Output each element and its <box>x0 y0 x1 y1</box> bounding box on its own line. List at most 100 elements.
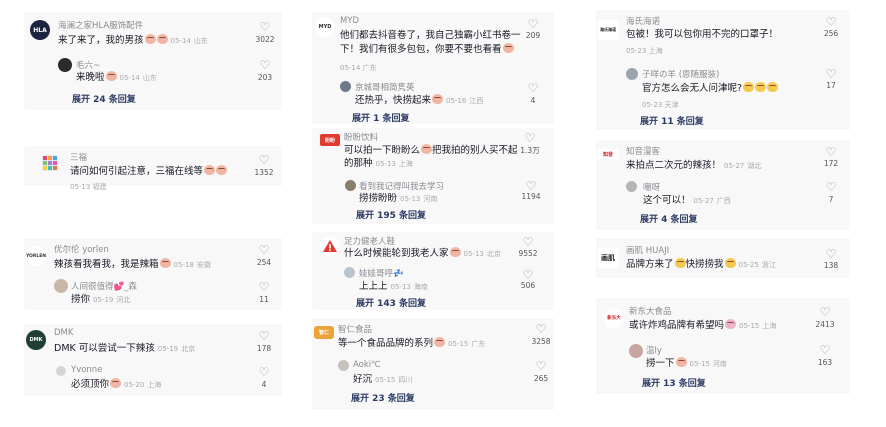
comment-card-panpan: 盼盼 盼盼饮料 可以拍一下盼盼么 把我拍的别人买不起 的那种 05-13 上海 ♡ 1… <box>312 128 554 224</box>
comment-body-2: 把我拍的别人买不起 <box>432 145 518 156</box>
avatar[interactable]: DMK <box>26 330 46 350</box>
heart-icon[interactable]: ♡ <box>258 59 272 71</box>
comment-card-yorlen: YORLEN 优尔伦 yorlen 辣孩看我看我，我是辣箱 05-18 安徽 ♡ 2… <box>24 238 282 310</box>
comment-text-line2: 的那种 05-13 上海 <box>344 157 413 171</box>
comment-username[interactable]: 新东大食品 <box>629 305 672 317</box>
avatar[interactable] <box>42 155 58 171</box>
reply-avatar[interactable] <box>340 81 351 92</box>
heart-icon[interactable]: ♡ <box>258 21 272 33</box>
comment-username[interactable]: 知音漫客 <box>626 145 660 157</box>
reply-text: 上上上 05-13 海南 <box>359 280 428 294</box>
heart-icon[interactable]: ♡ <box>523 132 537 144</box>
like-count: 2413 <box>815 320 835 329</box>
comment-username[interactable]: MYD <box>340 16 359 26</box>
heart-icon[interactable]: ♡ <box>521 269 535 281</box>
avatar[interactable] <box>320 236 340 256</box>
reply-location: 海南 <box>413 283 428 291</box>
comment-username[interactable]: 足力健老人鞋 <box>344 235 395 247</box>
emoji-icon <box>216 165 228 175</box>
heart-icon[interactable]: ♡ <box>257 281 271 293</box>
comment-body: 什么时候能轮到我老人家 <box>344 248 449 259</box>
heart-icon[interactable]: ♡ <box>824 181 838 193</box>
avatar[interactable]: 知音 <box>598 149 618 159</box>
comment-username[interactable]: 海氏海诺 <box>626 15 660 27</box>
comment-username[interactable]: 盼盼饮料 <box>344 131 378 143</box>
expand-replies-link[interactable]: 展开 24 条回复 <box>72 92 136 105</box>
reply-username[interactable]: 京城哥相简隽英 <box>355 81 415 93</box>
reply-avatar[interactable] <box>345 180 356 191</box>
avatar[interactable]: YORLEN <box>26 246 46 266</box>
reply-username[interactable]: 看到我记得叫我去学习 <box>359 180 444 192</box>
like-count: 4 <box>530 96 536 105</box>
reply-text: 捞一下 05-15 河南 <box>646 357 727 371</box>
reply-username[interactable]: 嘲呀 <box>643 181 660 193</box>
like-count: 506 <box>520 281 536 290</box>
expand-replies-link[interactable]: 展开 13 条回复 <box>642 376 706 389</box>
avatar[interactable]: 海氏海诺 <box>598 20 618 40</box>
expand-replies-link[interactable]: 展开 1 条回复 <box>352 111 410 124</box>
avatar[interactable]: 画肌 <box>598 248 618 268</box>
heart-icon[interactable]: ♡ <box>257 244 271 256</box>
expand-replies-link[interactable]: 展开 195 条回复 <box>356 208 426 221</box>
reply-avatar[interactable] <box>629 344 643 358</box>
reply-username[interactable]: Aoki℃ <box>353 360 381 370</box>
heart-icon[interactable]: ♡ <box>521 236 535 248</box>
like-count: 138 <box>823 261 839 270</box>
reply-avatar[interactable] <box>54 279 68 293</box>
comment-card-sanfu: 三福 请问如何引起注意，三福在线等 05-13 福建 ♡ 1352 <box>24 146 282 191</box>
comment-username[interactable]: 三福 <box>70 151 87 163</box>
comment-body: 他们都去抖音卷了，我自己独霸小红书卷一 <box>340 30 521 41</box>
expand-replies-link[interactable]: 展开 11 条回复 <box>640 114 704 127</box>
expand-replies-link[interactable]: 展开 143 条回复 <box>356 296 426 309</box>
reply-username[interactable]: 温ly <box>646 344 662 356</box>
heart-icon[interactable]: ♡ <box>534 360 548 372</box>
heart-icon[interactable]: ♡ <box>526 82 540 94</box>
comment-username[interactable]: 优尔伦 yorlen <box>54 243 109 255</box>
heart-icon[interactable]: ♡ <box>818 344 832 356</box>
reply-username[interactable]: 毛六~ <box>76 59 100 71</box>
expand-replies-link[interactable]: 展开 23 条回复 <box>351 391 415 404</box>
heart-icon[interactable]: ♡ <box>526 18 540 30</box>
comment-username[interactable]: 画肌 HUAJI <box>626 244 669 256</box>
reply-avatar[interactable] <box>338 360 349 371</box>
reply-body: 官方怎么会无人问津呢? <box>642 83 743 94</box>
avatar[interactable]: MYD <box>315 17 335 37</box>
heart-icon[interactable]: ♡ <box>824 146 838 158</box>
reply-username[interactable]: Yvonne <box>71 365 102 375</box>
like-count: 11 <box>259 295 269 304</box>
comment-username[interactable]: 海澜之家HLA服饰配件 <box>58 19 143 31</box>
reply-avatar[interactable] <box>626 181 637 192</box>
avatar[interactable]: HLA <box>30 20 50 40</box>
comment-username[interactable]: DMK <box>54 328 73 338</box>
heart-icon[interactable]: ♡ <box>257 366 271 378</box>
reply-avatar[interactable] <box>344 267 355 278</box>
reply-username[interactable]: 人间很值得💕_森 <box>71 280 137 292</box>
comment-body: 品牌方来了 <box>626 259 674 270</box>
avatar[interactable]: 盼盼 <box>320 134 340 146</box>
heart-icon[interactable]: ♡ <box>534 323 548 335</box>
comment-text: 可以拍一下盼盼么 把我拍的别人买不起 <box>344 144 518 157</box>
reply-body: 捞一下 <box>646 358 675 369</box>
reply-body: 捞你 <box>71 294 91 305</box>
comment-username[interactable]: 智仁食品 <box>338 323 372 335</box>
avatar[interactable]: 新东大 <box>604 308 624 328</box>
reply-avatar[interactable] <box>626 68 638 80</box>
reply-username[interactable]: 子咩の羊 (恩随服装) <box>642 68 719 80</box>
emoji-icon <box>432 94 444 104</box>
comment-body-2: 下！我们有很多包包，你要不要也看看 <box>340 44 502 55</box>
reply-avatar[interactable] <box>56 366 66 376</box>
comment-date-value: 05-23 <box>626 47 647 55</box>
heart-icon[interactable]: ♡ <box>257 330 271 342</box>
heart-icon[interactable]: ♡ <box>818 306 832 318</box>
heart-icon[interactable]: ♡ <box>824 16 838 28</box>
heart-icon[interactable]: ♡ <box>824 68 838 80</box>
reply-username[interactable]: 娃娃哥呼💤 <box>359 267 404 279</box>
comment-date: 05-23 上海 <box>626 46 663 56</box>
avatar[interactable]: 智仁 <box>314 326 334 339</box>
expand-replies-link[interactable]: 展开 4 条回复 <box>640 212 698 225</box>
comment-location: 北京 <box>181 345 196 353</box>
reply-avatar[interactable] <box>58 58 72 72</box>
heart-icon[interactable]: ♡ <box>257 154 271 166</box>
heart-icon[interactable]: ♡ <box>824 248 838 260</box>
heart-icon[interactable]: ♡ <box>524 180 538 192</box>
